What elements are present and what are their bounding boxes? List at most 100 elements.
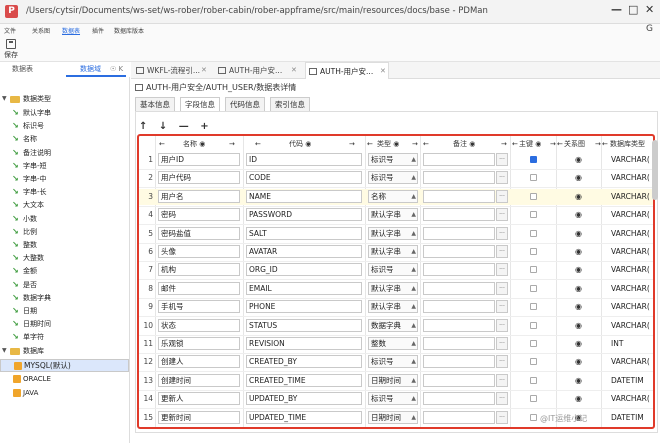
- field-type-select[interactable]: 标识号 ▲: [368, 153, 418, 166]
- field-code-input[interactable]: STATUS: [246, 318, 362, 332]
- move-left-icon[interactable]: ←: [367, 138, 373, 150]
- eye-icon[interactable]: ◉: [575, 302, 582, 311]
- field-remark-input[interactable]: [423, 410, 495, 424]
- move-right-icon[interactable]: →: [595, 138, 601, 150]
- back-icon[interactable]: G: [646, 24, 653, 34]
- move-left-icon[interactable]: ←: [423, 138, 429, 150]
- close-tab-icon[interactable]: ✕: [380, 63, 386, 80]
- field-name-input[interactable]: 密码盐值: [158, 226, 240, 240]
- header-type[interactable]: 类型 ◉: [377, 138, 399, 150]
- menu-tables[interactable]: 数据表: [62, 26, 80, 35]
- maximize-button[interactable]: □: [628, 3, 638, 16]
- field-name-input[interactable]: 用户ID: [158, 153, 240, 166]
- table-row[interactable]: 9 手机号 PHONE 默认字串 ▲ ··· ◉ VARCHAR(: [139, 299, 653, 315]
- primary-key-checkbox[interactable]: [530, 174, 537, 182]
- field-remark-input[interactable]: [423, 281, 495, 295]
- header-primary-key[interactable]: 主键 ◉: [519, 138, 541, 150]
- remark-more-button[interactable]: ···: [496, 208, 508, 222]
- table-row[interactable]: 8 邮件 EMAIL 默认字串 ▲ ··· ◉ VARCHAR(: [139, 281, 653, 297]
- field-remark-input[interactable]: [423, 153, 495, 166]
- field-type-select[interactable]: 默认字串 ▲: [368, 226, 418, 240]
- eye-icon[interactable]: ◉: [575, 229, 582, 238]
- eye-icon[interactable]: ◉: [575, 192, 582, 201]
- menu-diagram[interactable]: 关系图: [32, 26, 50, 35]
- field-code-input[interactable]: ID: [246, 153, 362, 166]
- move-left-icon[interactable]: ←: [602, 138, 608, 150]
- primary-key-checkbox[interactable]: [530, 395, 537, 403]
- table-row[interactable]: 6 头像 AVATAR 默认字串 ▲ ··· ◉ VARCHAR(: [139, 244, 653, 260]
- tree-item-mysql[interactable]: MYSQL(默认): [0, 359, 129, 372]
- primary-key-checkbox[interactable]: [530, 266, 537, 274]
- field-remark-input[interactable]: [423, 337, 495, 350]
- move-left-icon[interactable]: ←: [557, 138, 563, 150]
- move-right-icon[interactable]: →: [550, 138, 556, 150]
- table-row[interactable]: 4 密码 PASSWORD 默认字串 ▲ ··· ◉ VARCHAR(: [139, 207, 653, 223]
- field-name-input[interactable]: 用户代码: [158, 171, 240, 185]
- field-type-select[interactable]: 名称 ▲: [368, 189, 418, 203]
- field-name-input[interactable]: 乐观锁: [158, 337, 240, 350]
- minimize-button[interactable]: —: [611, 3, 622, 16]
- tab-basic-info[interactable]: 基本信息: [135, 97, 175, 112]
- eye-icon[interactable]: ◉: [575, 321, 582, 330]
- field-code-input[interactable]: CREATED_TIME: [246, 373, 362, 387]
- table-row[interactable]: 13 创建时间 CREATED_TIME 日期时间 ▲ ··· ◉ DATETIM: [139, 373, 653, 389]
- close-tab-icon[interactable]: ✕: [291, 62, 297, 79]
- header-remark[interactable]: 备注 ◉: [453, 138, 475, 150]
- eye-icon[interactable]: ◉: [575, 155, 582, 164]
- eye-icon[interactable]: ◉: [575, 357, 582, 366]
- field-remark-input[interactable]: [423, 208, 495, 222]
- remark-more-button[interactable]: ···: [496, 281, 508, 295]
- primary-key-checkbox[interactable]: [530, 340, 537, 347]
- field-code-input[interactable]: CODE: [246, 171, 362, 185]
- field-type-select[interactable]: 标识号 ▲: [368, 171, 418, 185]
- field-type-select[interactable]: 默认字串 ▲: [368, 245, 418, 258]
- field-name-input[interactable]: 更新时间: [158, 410, 240, 424]
- doc-tab-wkfl[interactable]: WKFL-流程引... ✕: [133, 62, 211, 79]
- eye-icon[interactable]: ◉: [575, 284, 582, 293]
- primary-key-checkbox[interactable]: [530, 192, 537, 200]
- field-type-select[interactable]: 标识号 ▲: [368, 392, 418, 406]
- primary-key-checkbox[interactable]: [530, 358, 537, 366]
- remark-more-button[interactable]: ···: [496, 245, 508, 258]
- eye-icon[interactable]: ◉: [575, 173, 582, 182]
- header-db-type[interactable]: 数据库类型: [610, 138, 645, 150]
- header-name[interactable]: 名称 ◉: [183, 138, 205, 150]
- table-row[interactable]: 14 更新人 UPDATED_BY 标识号 ▲ ··· ◉ VARCHAR(: [139, 391, 653, 407]
- field-type-select[interactable]: 数据字典 ▲: [368, 318, 418, 332]
- field-code-input[interactable]: EMAIL: [246, 281, 362, 295]
- field-name-input[interactable]: 手机号: [158, 300, 240, 314]
- field-type-select[interactable]: 默认字串 ▲: [368, 281, 418, 295]
- remark-more-button[interactable]: ···: [496, 410, 508, 424]
- field-name-input[interactable]: 机构: [158, 263, 240, 277]
- table-row[interactable]: 1 用户ID ID 标识号 ▲ ··· ◉ VARCHAR(: [139, 152, 653, 168]
- field-remark-input[interactable]: [423, 245, 495, 258]
- table-row[interactable]: 11 乐观锁 REVISION 整数 ▲ ··· ◉ INT: [139, 336, 653, 352]
- move-left-icon[interactable]: ←: [512, 138, 518, 150]
- table-row[interactable]: 5 密码盐值 SALT 默认字串 ▲ ··· ◉ VARCHAR(: [139, 226, 653, 242]
- remark-more-button[interactable]: ···: [496, 355, 508, 369]
- remark-more-button[interactable]: ···: [496, 337, 508, 350]
- primary-key-checkbox[interactable]: [530, 156, 537, 163]
- remark-more-button[interactable]: ···: [496, 392, 508, 406]
- field-code-input[interactable]: PASSWORD: [246, 208, 362, 222]
- move-right-icon[interactable]: →: [229, 138, 235, 150]
- tab-field-info[interactable]: 字段信息: [180, 97, 220, 112]
- field-type-select[interactable]: 日期时间 ▲: [368, 373, 418, 387]
- primary-key-checkbox[interactable]: [530, 413, 537, 421]
- field-type-select[interactable]: 默认字串 ▲: [368, 300, 418, 314]
- remark-more-button[interactable]: ···: [496, 300, 508, 314]
- field-remark-input[interactable]: [423, 373, 495, 387]
- field-remark-input[interactable]: [423, 189, 495, 203]
- field-type-select[interactable]: 标识号 ▲: [368, 355, 418, 369]
- field-code-input[interactable]: SALT: [246, 226, 362, 240]
- primary-key-checkbox[interactable]: [530, 376, 537, 384]
- table-row[interactable]: 12 创建人 CREATED_BY 标识号 ▲ ··· ◉ VARCHAR(: [139, 354, 653, 370]
- menu-file[interactable]: 文件: [4, 26, 16, 35]
- vertical-scrollbar[interactable]: [652, 140, 658, 200]
- remark-more-button[interactable]: ···: [496, 263, 508, 277]
- field-remark-input[interactable]: [423, 226, 495, 240]
- eye-icon[interactable]: ◉: [575, 394, 582, 403]
- tab-index-info[interactable]: 索引信息: [270, 97, 310, 112]
- eye-icon[interactable]: ◉: [575, 247, 582, 256]
- field-code-input[interactable]: ORG_ID: [246, 263, 362, 277]
